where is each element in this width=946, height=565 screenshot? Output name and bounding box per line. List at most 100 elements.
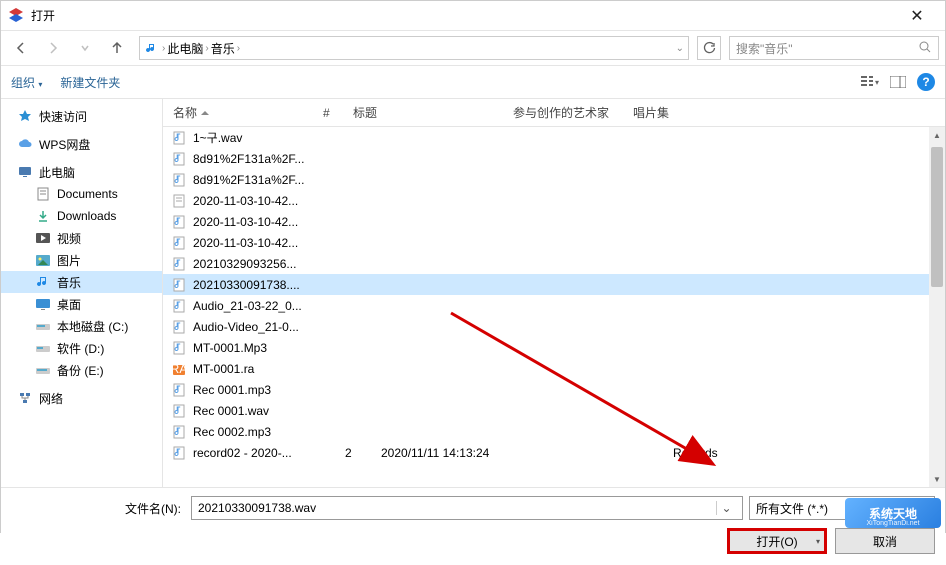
recent-dropdown[interactable] [71,34,99,62]
sidebar-item-videos[interactable]: 视频 [1,227,162,249]
file-row[interactable]: record02 - 2020-...22020/11/11 14:13:24R… [163,442,945,463]
filename-label: 文件名(N): [11,500,181,517]
column-name[interactable]: 名称 [163,104,323,121]
file-row[interactable]: 20210330091738.... [163,274,945,295]
computer-icon [17,164,33,180]
sidebar-item-disk-c[interactable]: 本地磁盘 (C:) [1,315,162,337]
file-icon [171,256,187,272]
scroll-thumb[interactable] [931,147,943,287]
file-list[interactable]: 1~구.wav 8d91%2F131a%2F... 8d91%2F131a%2F..… [163,127,945,487]
file-name: 2020-11-03-10-42... [193,215,339,229]
chevron-down-icon: ⌄ [920,503,928,514]
up-button[interactable] [103,34,131,62]
breadcrumb-item[interactable]: 音乐 [211,40,235,57]
file-name: MT-0001.ra [193,362,339,376]
preview-pane-button[interactable] [889,73,907,91]
column-title[interactable]: 标题 [353,104,513,121]
file-row[interactable]: 8d91%2F131a%2F... [163,148,945,169]
sidebar-item-pictures[interactable]: 图片 [1,249,162,271]
organize-menu[interactable]: 组织 ▾ [11,74,42,91]
sidebar-item-quick-access[interactable]: 快速访问 [1,105,162,127]
file-row[interactable]: 20210329093256... [163,253,945,274]
network-icon [17,390,33,406]
breadcrumb-item[interactable]: 此电脑 [167,40,203,57]
scrollbar[interactable]: ▲ ▼ [929,127,945,487]
file-name: Audio-Video_21-0... [193,320,339,334]
file-icon [171,298,187,314]
file-row[interactable]: Rec 0002.mp3 [163,421,945,442]
sidebar-item-this-pc[interactable]: 此电脑 [1,161,162,183]
search-placeholder: 搜索"音乐" [736,40,918,57]
sidebar-item-network[interactable]: 网络 [1,387,162,409]
file-row[interactable]: 2020-11-03-10-42... [163,211,945,232]
file-icon [171,193,187,209]
file-type-filter[interactable]: 所有文件 (*.*) ⌄ [749,496,935,520]
refresh-button[interactable] [697,36,721,60]
sidebar-item-disk-d[interactable]: 软件 (D:) [1,337,162,359]
file-icon [171,382,187,398]
column-artist[interactable]: 参与创作的艺术家 [513,104,633,121]
file-row[interactable]: 2020-11-03-10-42... [163,190,945,211]
file-name: 20210329093256... [193,257,339,271]
filename-input[interactable]: 20210330091738.wav ⌄ [191,496,743,520]
filename-value: 20210330091738.wav [198,501,716,515]
file-icon [171,424,187,440]
file-name: 8d91%2F131a%2F... [193,173,339,187]
document-icon [35,186,51,202]
new-folder-button[interactable]: 新建文件夹 [60,74,120,91]
close-button[interactable]: ✕ [897,6,937,26]
chevron-right-icon: › [162,43,165,54]
svg-text:RA: RA [172,362,186,376]
file-icon [171,214,187,230]
cancel-button[interactable]: 取消 [835,528,935,554]
filename-history-dropdown[interactable]: ⌄ [716,501,736,515]
sidebar-item-downloads[interactable]: Downloads [1,205,162,227]
sidebar: 快速访问 WPS网盘 此电脑 Documents Downloads 视频 图片… [1,99,163,487]
cloud-icon [17,136,33,152]
search-input[interactable]: 搜索"音乐" [729,36,939,60]
star-icon [17,108,33,124]
drive-icon [35,362,51,378]
help-button[interactable]: ? [917,73,935,91]
drive-icon [35,340,51,356]
column-number[interactable]: # [323,106,353,120]
file-row[interactable]: Rec 0001.wav [163,400,945,421]
video-icon [35,230,51,246]
file-icon [171,172,187,188]
file-row[interactable]: Audio_21-03-22_0... [163,295,945,316]
file-row[interactable]: Audio-Video_21-0... [163,316,945,337]
scroll-down-icon[interactable]: ▼ [929,471,945,487]
file-row[interactable]: 8d91%2F131a%2F... [163,169,945,190]
sidebar-item-desktop[interactable]: 桌面 [1,293,162,315]
view-options-button[interactable]: ▾ [861,73,879,91]
sidebar-item-disk-e[interactable]: 备份 (E:) [1,359,162,381]
desktop-icon [35,296,51,312]
file-name: Rec 0002.mp3 [193,425,339,439]
forward-button[interactable] [39,34,67,62]
scroll-up-icon[interactable]: ▲ [929,127,945,143]
music-icon [35,274,51,290]
file-row[interactable]: MT-0001.Mp3 [163,337,945,358]
sidebar-item-wps[interactable]: WPS网盘 [1,133,162,155]
open-button[interactable]: 打开(O)▾ [727,528,827,554]
chevron-right-icon: › [205,43,208,54]
file-icon [171,319,187,335]
sidebar-item-documents[interactable]: Documents [1,183,162,205]
file-icon [171,235,187,251]
file-row[interactable]: Rec 0001.mp3 [163,379,945,400]
breadcrumb-dropdown[interactable]: ⌄ [676,43,684,54]
open-split-dropdown[interactable]: ▾ [816,537,820,546]
breadcrumb[interactable]: › 此电脑 › 音乐 › ⌄ [139,36,689,60]
file-title: 2020/11/11 14:13:24 [381,446,541,460]
file-row[interactable]: RA MT-0001.ra [163,358,945,379]
column-album[interactable]: 唱片集 [633,104,733,121]
music-location-icon [144,40,160,56]
file-icon: RA [171,361,187,377]
file-name: 8d91%2F131a%2F... [193,152,339,166]
file-row[interactable]: 1~구.wav [163,127,945,148]
back-button[interactable] [7,34,35,62]
file-name: 1~구.wav [193,129,339,146]
file-icon [171,151,187,167]
file-row[interactable]: 2020-11-03-10-42... [163,232,945,253]
sidebar-item-music[interactable]: 音乐 [1,271,162,293]
